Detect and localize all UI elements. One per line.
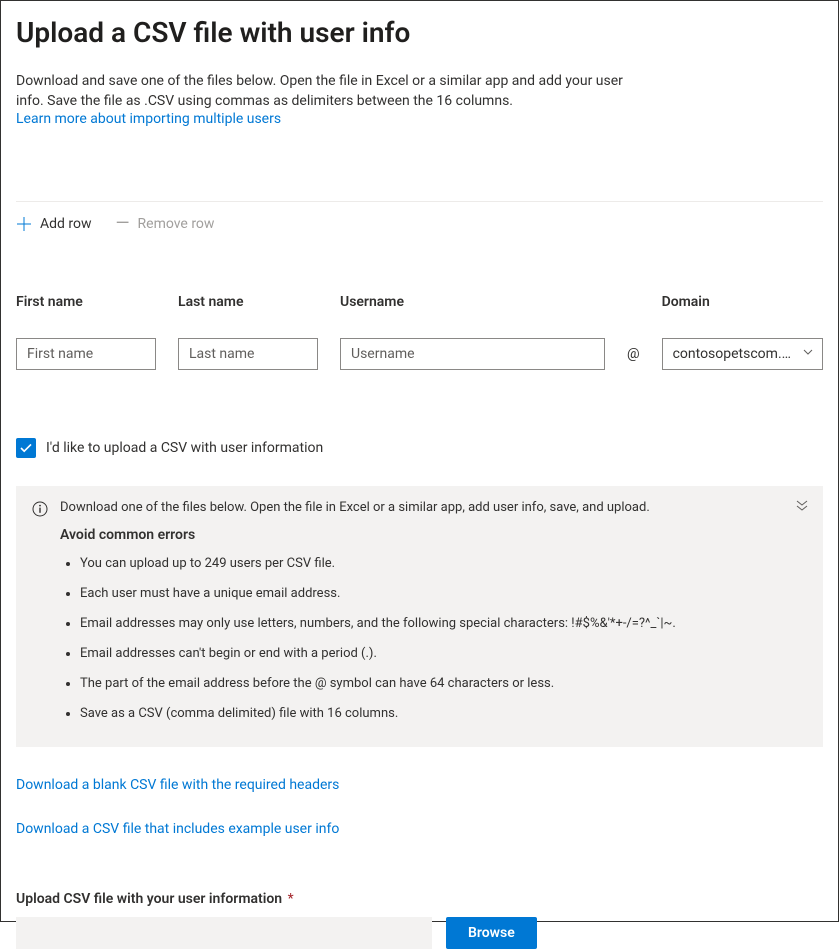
- info-list-item: You can upload up to 249 users per CSV f…: [80, 549, 807, 579]
- add-row-button[interactable]: Add row: [16, 216, 92, 232]
- chevron-down-icon: [802, 346, 814, 362]
- download-example-csv-link[interactable]: Download a CSV file that includes exampl…: [16, 821, 823, 837]
- domain-label: Domain: [662, 294, 823, 310]
- csv-upload-checkbox-label: I'd like to upload a CSV with user infor…: [46, 440, 323, 456]
- learn-more-link[interactable]: Learn more about importing multiple user…: [16, 111, 281, 127]
- domain-group: Domain contosopetscom.onmic...: [662, 294, 823, 370]
- remove-row-button: — Remove row: [116, 216, 215, 232]
- remove-row-label: Remove row: [138, 216, 215, 232]
- page-title: Upload a CSV file with user info: [16, 16, 823, 49]
- intro-text: Download and save one of the files below…: [16, 71, 636, 111]
- username-label: Username: [340, 294, 605, 310]
- user-form-row: First name Last name Username @ Domain c…: [16, 294, 823, 370]
- first-name-group: First name: [16, 294, 156, 370]
- info-list-item: The part of the email address before the…: [80, 669, 807, 699]
- minus-icon: —: [116, 217, 130, 231]
- plus-icon: [16, 216, 32, 232]
- info-icon: [32, 501, 48, 521]
- info-panel: Download one of the files below. Open th…: [16, 486, 823, 747]
- info-subtitle: Avoid common errors: [60, 527, 807, 543]
- download-blank-csv-link[interactable]: Download a blank CSV file with the requi…: [16, 777, 823, 793]
- last-name-label: Last name: [178, 294, 318, 310]
- last-name-group: Last name: [178, 294, 318, 370]
- csv-upload-checkbox-row: I'd like to upload a CSV with user infor…: [16, 438, 823, 458]
- csv-upload-checkbox[interactable]: [16, 438, 36, 458]
- username-group: Username: [340, 294, 605, 370]
- username-input[interactable]: [340, 338, 605, 370]
- at-symbol: @: [627, 338, 640, 370]
- first-name-input[interactable]: [16, 338, 156, 370]
- last-name-input[interactable]: [178, 338, 318, 370]
- info-list-item: Save as a CSV (comma delimited) file wit…: [80, 699, 807, 729]
- info-list-item: Email addresses may only use letters, nu…: [80, 609, 807, 639]
- upload-section: Upload CSV file with your user informati…: [16, 891, 823, 949]
- download-links: Download a blank CSV file with the requi…: [16, 777, 823, 837]
- add-row-label: Add row: [40, 216, 92, 232]
- info-list-item: Email addresses can't begin or end with …: [80, 639, 807, 669]
- first-name-label: First name: [16, 294, 156, 310]
- collapse-panel-button[interactable]: [795, 498, 809, 516]
- domain-select-value: contosopetscom.onmic...: [673, 346, 794, 362]
- info-list: You can upload up to 249 users per CSV f…: [60, 549, 807, 729]
- row-toolbar: Add row — Remove row: [16, 201, 823, 232]
- info-lead-text: Download one of the files below. Open th…: [60, 500, 807, 515]
- info-list-item: Each user must have a unique email addre…: [80, 579, 807, 609]
- domain-select[interactable]: contosopetscom.onmic...: [662, 338, 823, 370]
- required-indicator: *: [288, 891, 294, 907]
- upload-file-label: Upload CSV file with your user informati…: [16, 891, 282, 907]
